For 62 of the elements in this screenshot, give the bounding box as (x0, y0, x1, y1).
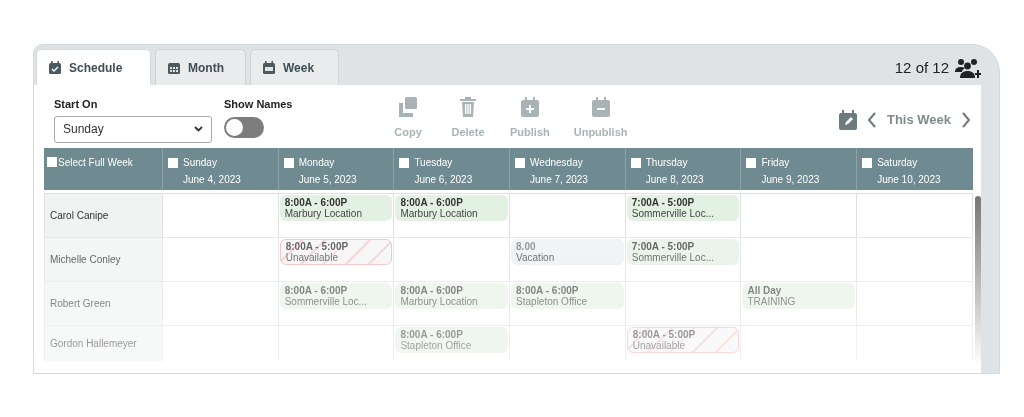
day-name: Monday (298, 157, 335, 169)
checkbox[interactable] (47, 157, 57, 167)
staff-count: 12 of 12 (894, 57, 949, 78)
day-date: June 9, 2023 (760, 174, 821, 186)
time-off-block[interactable]: 8.00 Vacation (511, 239, 624, 265)
tab[interactable]: Month (155, 49, 246, 85)
employee-name: Michelle Conley (50, 253, 121, 267)
day-date: June 7, 2023 (529, 174, 589, 186)
calendar-icon (168, 61, 180, 74)
day-date: June 8, 2023 (644, 174, 705, 186)
chevron-down-icon (194, 126, 203, 132)
copy-icon (399, 97, 417, 117)
calendar-edit-icon[interactable] (838, 110, 857, 130)
unavailable-block[interactable]: 8:00A - 5:00P Unavailable (279, 239, 393, 265)
day-name: Wednesday (530, 157, 583, 169)
employee-name: Robert Green (50, 297, 111, 311)
day-date: June 6, 2023 (413, 174, 474, 186)
day-name: Tuesday (414, 157, 453, 169)
day-name: Thursday (645, 157, 688, 169)
day-date: June 4, 2023 (182, 174, 242, 186)
calendar-minus-icon (591, 97, 610, 117)
day-name: Sunday (183, 157, 217, 169)
start-on-dropdown[interactable]: Sunday (54, 115, 212, 143)
start-on-label: Start On (54, 97, 99, 112)
tab[interactable]: Week (250, 49, 339, 85)
shift-block[interactable]: 7:00A - 5:00P Sommerville Loc... (626, 239, 740, 265)
shift-block[interactable]: All Day TRAINING (742, 283, 856, 309)
select-full-week-label: Select Full Week (58, 157, 133, 169)
chevron-left-icon[interactable] (866, 112, 877, 128)
shift-block[interactable]: 8:00A - 6:00P Marbury Location (279, 195, 393, 221)
employee-name: Carol Canipe (50, 209, 109, 223)
shift-block[interactable]: 7:00A - 5:00P Sommerville Loc... (626, 195, 740, 221)
calendar-check-icon (49, 61, 61, 74)
shift-block[interactable]: 8:00A - 6:00P Sommerville Loc... (279, 283, 393, 309)
employee-name: Gordon Hallemeyer (50, 337, 137, 351)
tab[interactable]: Schedule (36, 49, 151, 85)
shift-block[interactable]: 8:00A - 6:00P Stapleton Office (511, 283, 624, 309)
chevron-right-icon[interactable] (961, 112, 971, 128)
show-names-label: Show Names (224, 97, 294, 112)
day-date: June 10, 2023 (876, 174, 942, 186)
day-name: Friday (761, 157, 790, 169)
show-names-toggle[interactable] (224, 116, 264, 138)
users-icon[interactable] (955, 56, 981, 79)
unpublish-button[interactable]: Unpublish (573, 97, 628, 141)
trash-icon (459, 97, 477, 117)
calendar-icon (263, 61, 275, 74)
calendar-plus-icon (520, 97, 539, 117)
week-label[interactable]: This Week (886, 110, 951, 130)
checkbox[interactable] (630, 158, 641, 168)
copy-button[interactable]: Copy (390, 97, 426, 141)
checkbox[interactable] (746, 158, 757, 168)
day-date: June 5, 2023 (297, 174, 358, 186)
checkbox[interactable] (283, 158, 294, 168)
checkbox[interactable] (515, 158, 526, 168)
publish-button[interactable]: Publish (510, 97, 550, 141)
checkbox[interactable] (862, 158, 873, 168)
checkbox[interactable] (168, 158, 178, 168)
shift-block[interactable]: 8:00A - 6:00P Marbury Location (395, 195, 509, 221)
delete-button[interactable]: Delete (450, 97, 486, 141)
checkbox[interactable] (399, 158, 410, 168)
day-name: Saturday (877, 157, 918, 169)
shift-block[interactable]: 8:00A - 6:00P Marbury Location (395, 283, 509, 309)
